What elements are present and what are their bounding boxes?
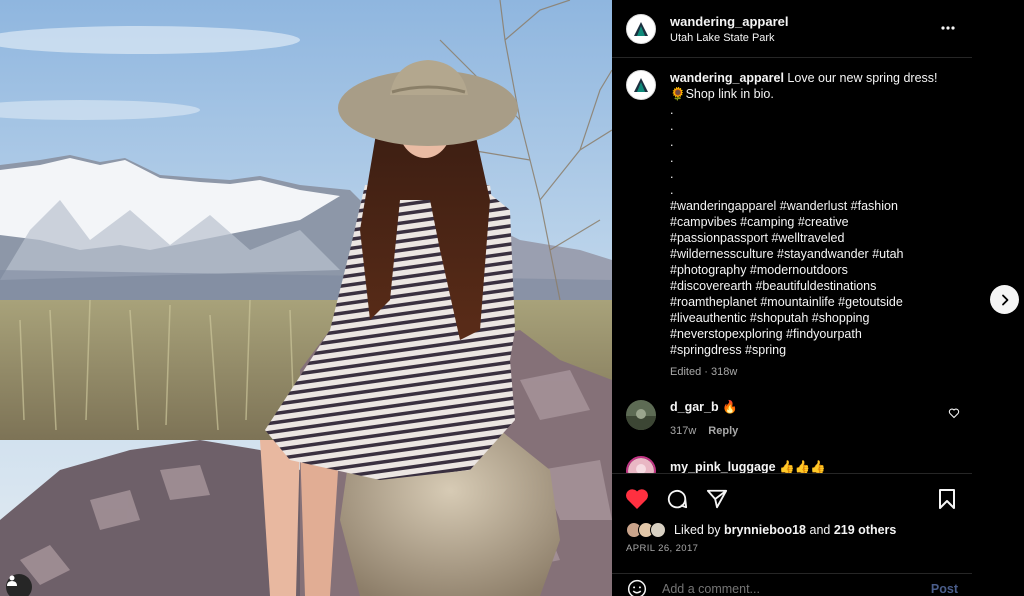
- share-button[interactable]: [704, 486, 730, 512]
- caption-text-line1: Love our new spring dress!: [787, 71, 938, 85]
- chevron-right-icon: [1001, 294, 1008, 305]
- comment-text: 🔥: [722, 400, 738, 414]
- comment-button[interactable]: [664, 486, 690, 512]
- user-tag-icon: [7, 575, 17, 586]
- hashtag-line[interactable]: #photography #modernoutdoors: [670, 262, 960, 278]
- share-icon: [706, 489, 728, 509]
- emoji-icon: [627, 579, 647, 596]
- like-button[interactable]: [624, 486, 650, 512]
- caption-text-line2: 🌻Shop link in bio.: [670, 87, 774, 101]
- hashtag-line[interactable]: #campvibes #camping #creative: [670, 214, 960, 230]
- comment-text: 👍👍👍: [779, 460, 826, 474]
- add-comment-bar: Post: [612, 573, 972, 596]
- heart-icon: [948, 408, 960, 419]
- caption-dots: . . . . . .: [670, 102, 960, 198]
- commenter-avatar[interactable]: [626, 400, 656, 430]
- caption-dot: .: [670, 119, 674, 133]
- hashtag-line[interactable]: #discoverearth #beautifuldestinations: [670, 278, 960, 294]
- liker-avatars: [626, 522, 666, 538]
- post-actions-section: Liked by brynnieboo18 and 219 others APR…: [612, 473, 972, 596]
- user-tag-button[interactable]: [6, 574, 32, 596]
- heart-icon: [626, 489, 648, 509]
- comment-age: 317w: [670, 425, 697, 437]
- comment-item: d_gar_b 🔥 317w Reply: [626, 400, 972, 437]
- post-side-panel: wandering_apparel Utah Lake State Park w…: [612, 0, 972, 596]
- caption-meta: Edited · 318w: [670, 366, 738, 378]
- comment-like-button[interactable]: [948, 406, 960, 419]
- hashtag-line[interactable]: #neverstopexploring #findyourpath: [670, 326, 960, 342]
- caption-dot: .: [670, 103, 674, 117]
- post-comment-button[interactable]: Post: [931, 582, 958, 596]
- likes-prefix: Liked by: [674, 523, 721, 537]
- hashtag-line[interactable]: #wildernessculture #stayandwander #utah: [670, 246, 960, 262]
- more-options-button[interactable]: [938, 18, 958, 38]
- comment-username[interactable]: d_gar_b: [670, 400, 719, 414]
- liker-avatar: [650, 522, 666, 538]
- comment-input[interactable]: [662, 581, 931, 596]
- brand-logo-icon: [634, 78, 648, 92]
- photo-scene: [0, 0, 612, 596]
- comment-icon: [667, 489, 688, 509]
- post-caption: wandering_apparel Love our new spring dr…: [626, 70, 966, 380]
- caption-dot: .: [670, 183, 674, 197]
- hashtag-line[interactable]: #wanderingapparel #wanderlust #fashion: [670, 198, 960, 214]
- caption-username[interactable]: wandering_apparel: [670, 71, 784, 85]
- author-username[interactable]: wandering_apparel: [670, 14, 788, 29]
- likes-others-link[interactable]: 219 others: [834, 523, 897, 537]
- caption-dot: .: [670, 167, 674, 181]
- bookmark-icon: [939, 489, 955, 509]
- comment-username[interactable]: my_pink_luggage: [670, 460, 776, 474]
- likes-conjunction: and: [809, 523, 831, 537]
- caption-avatar[interactable]: [626, 70, 656, 100]
- reply-button[interactable]: Reply: [708, 425, 738, 437]
- author-avatar[interactable]: [626, 13, 656, 44]
- emoji-button[interactable]: [626, 578, 648, 596]
- caption-hashtags: #wanderingapparel #wanderlust #fashion #…: [670, 198, 960, 358]
- post-photo: [0, 0, 612, 596]
- save-button[interactable]: [934, 486, 960, 512]
- more-icon: [941, 26, 955, 30]
- hashtag-line[interactable]: #roamtheplanet #mountainlife #getoutside: [670, 294, 960, 310]
- avatar-image: [626, 400, 656, 430]
- caption-dot: .: [670, 151, 674, 165]
- brand-logo-icon: [634, 21, 648, 36]
- post-location[interactable]: Utah Lake State Park: [670, 32, 788, 44]
- caption-dot: .: [670, 135, 674, 149]
- next-post-button[interactable]: [990, 285, 1019, 314]
- likes-summary: Liked by brynnieboo18 and 219 others: [626, 522, 896, 538]
- hashtag-line[interactable]: #springdress #spring: [670, 342, 960, 358]
- hashtag-line[interactable]: #liveauthentic #shoputah #shopping: [670, 310, 960, 326]
- liker-username[interactable]: brynnieboo18: [724, 523, 806, 537]
- post-date[interactable]: APRIL 26, 2017: [626, 543, 698, 554]
- hashtag-line[interactable]: #passionpassport #welltraveled: [670, 230, 960, 246]
- post-header: wandering_apparel Utah Lake State Park: [612, 0, 972, 58]
